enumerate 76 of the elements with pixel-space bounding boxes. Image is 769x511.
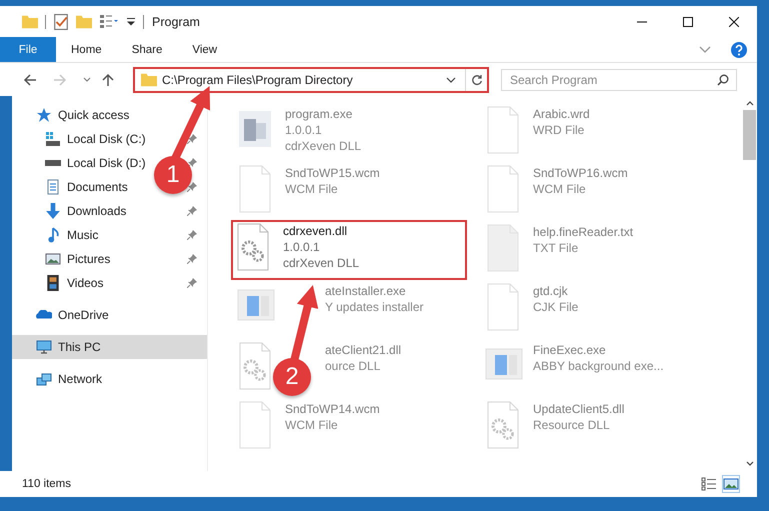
folder-icon [141, 72, 157, 88]
file-detail: WCM File [533, 181, 587, 197]
minimize-icon [637, 20, 647, 22]
sidebar-item[interactable]: Network [58, 372, 102, 386]
file-detail: 1.0.0.1 [283, 239, 321, 255]
computer-icon [36, 340, 52, 354]
file-detail: Y updates installer [325, 299, 424, 315]
sidebar-item[interactable]: Quick access [58, 108, 130, 122]
file-name: gtd.cjk [533, 283, 569, 299]
ribbon-tab[interactable]: Home [56, 37, 117, 62]
up-icon[interactable] [101, 72, 115, 86]
large-icons-view-icon[interactable] [723, 476, 739, 492]
file-detail: CJK File [533, 299, 578, 315]
drive-icon [45, 131, 61, 147]
file-detail: WRD File [533, 122, 586, 138]
file-detail: cdrXeven DLL [283, 255, 360, 271]
file-name: ateClient21.dll [325, 342, 402, 358]
sidebar-item[interactable]: Local Disk (C:) [67, 132, 146, 146]
scroll-up-icon[interactable] [746, 100, 754, 106]
dropdown-caret-icon[interactable] [446, 74, 456, 84]
file-detail: WCM File [285, 417, 339, 433]
file-name: UpdateClient5.dll [533, 401, 624, 417]
document-icon [45, 179, 61, 195]
file-menu-tab[interactable]: File [0, 37, 56, 62]
file-detail: Resource DLL [533, 417, 611, 433]
recent-locations-icon[interactable] [83, 76, 91, 82]
sidebar-item[interactable]: Documents [67, 180, 128, 194]
scrollbar-thumb[interactable] [743, 110, 756, 160]
file-name: ateInstaller.exe [325, 283, 407, 299]
scroll-down-icon[interactable] [746, 461, 754, 467]
window-title: Program [152, 14, 201, 28]
item-count: 110 items [22, 478, 72, 490]
download-arrow-icon [45, 203, 61, 219]
refresh-icon [470, 74, 482, 86]
customize-caret-icon[interactable] [126, 16, 136, 26]
network-icon [36, 372, 52, 386]
view-options-icon[interactable] [99, 14, 119, 29]
star-icon [36, 107, 52, 123]
file-name: SndToWP14.wcm [285, 401, 380, 417]
film-icon [45, 275, 61, 291]
file-name: cdrxeven.dll [283, 223, 348, 239]
file-item[interactable]: cdrxeven.dll 1.0.0.1 cdrXeven DLL [231, 220, 467, 280]
file-detail: 1.0.0.1 [285, 122, 323, 138]
picture-icon [45, 253, 61, 265]
details-view-icon[interactable] [701, 476, 717, 492]
file-name: SndToWP16.wcm [533, 165, 628, 181]
sidebar-item[interactable]: Pictures [67, 252, 110, 266]
drive-icon [45, 160, 61, 166]
file-detail: WCM File [285, 181, 339, 197]
file-detail: ABBY background exe... [533, 358, 664, 374]
expand-ribbon-icon[interactable] [699, 44, 711, 56]
file-detail: ource DLL [325, 358, 382, 374]
sidebar-item[interactable]: Downloads [67, 204, 126, 218]
maximize-icon [683, 16, 693, 26]
sidebar-item[interactable]: Videos [67, 276, 104, 290]
ribbon-tab[interactable]: Share [116, 37, 178, 62]
file-name: help.fineReader.txt [533, 224, 634, 240]
sidebar-item[interactable]: Local Disk (D:) [67, 156, 146, 170]
cloud-icon [36, 310, 52, 320]
sidebar-item[interactable]: This PC [58, 340, 101, 354]
file-name: FineExec.exe [533, 342, 607, 358]
ribbon-tab[interactable]: View [177, 37, 232, 62]
search-field[interactable]: Search Program [501, 68, 737, 90]
back-icon[interactable] [23, 72, 37, 86]
help-icon[interactable] [731, 42, 747, 58]
search-icon [717, 74, 729, 86]
file-name: SndToWP15.wcm [285, 165, 380, 181]
file-detail: cdrXeven DLL [285, 138, 362, 154]
properties-icon[interactable] [53, 14, 69, 30]
close-icon [729, 16, 739, 26]
address-bar[interactable]: C:\Program Files\Program Directory [133, 66, 489, 92]
sidebar-item[interactable]: OneDrive [58, 308, 109, 322]
file-detail: TXT File [533, 240, 580, 256]
file-name: program.exe [285, 106, 354, 122]
sidebar-item[interactable]: Music [67, 228, 98, 242]
file-name: Arabic.wrd [533, 106, 590, 122]
